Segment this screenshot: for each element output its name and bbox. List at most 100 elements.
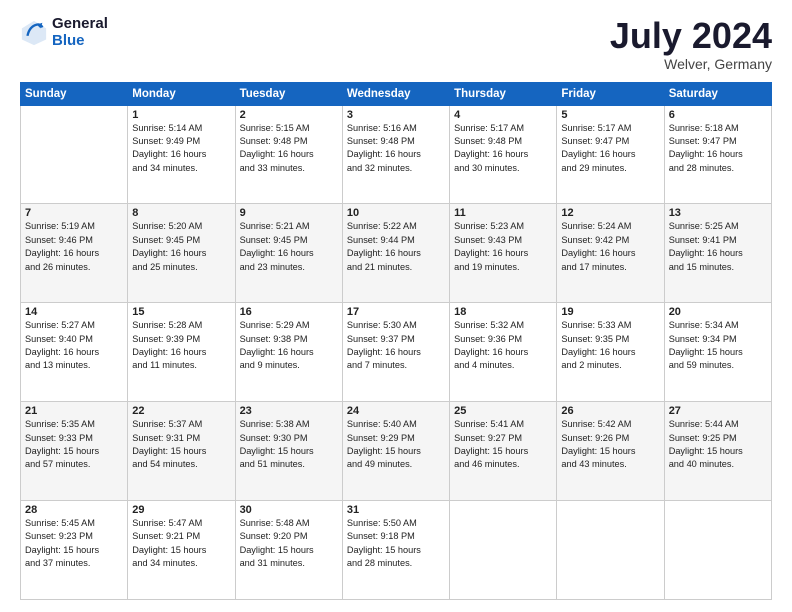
title-block: July 2024 Welver, Germany: [610, 16, 772, 72]
day-info: Sunrise: 5:32 AM Sunset: 9:36 PM Dayligh…: [454, 319, 552, 372]
day-number: 19: [561, 306, 659, 318]
day-number: 20: [669, 306, 767, 318]
calendar-header-row: SundayMondayTuesdayWednesdayThursdayFrid…: [21, 82, 772, 105]
calendar-cell: [450, 501, 557, 600]
day-number: 17: [347, 306, 445, 318]
day-number: 5: [561, 109, 659, 121]
calendar-cell: 18Sunrise: 5:32 AM Sunset: 9:36 PM Dayli…: [450, 303, 557, 402]
day-info: Sunrise: 5:29 AM Sunset: 9:38 PM Dayligh…: [240, 319, 338, 372]
day-number: 11: [454, 207, 552, 219]
calendar-cell: 21Sunrise: 5:35 AM Sunset: 9:33 PM Dayli…: [21, 402, 128, 501]
day-number: 31: [347, 504, 445, 516]
day-number: 12: [561, 207, 659, 219]
day-info: Sunrise: 5:24 AM Sunset: 9:42 PM Dayligh…: [561, 220, 659, 273]
month-title: July 2024: [610, 16, 772, 56]
page: General Blue July 2024 Welver, Germany S…: [0, 0, 792, 612]
day-info: Sunrise: 5:48 AM Sunset: 9:20 PM Dayligh…: [240, 517, 338, 570]
day-number: 6: [669, 109, 767, 121]
calendar-cell: 28Sunrise: 5:45 AM Sunset: 9:23 PM Dayli…: [21, 501, 128, 600]
day-info: Sunrise: 5:28 AM Sunset: 9:39 PM Dayligh…: [132, 319, 230, 372]
day-number: 21: [25, 405, 123, 417]
header: General Blue July 2024 Welver, Germany: [20, 16, 772, 72]
day-info: Sunrise: 5:41 AM Sunset: 9:27 PM Dayligh…: [454, 418, 552, 471]
day-info: Sunrise: 5:45 AM Sunset: 9:23 PM Dayligh…: [25, 517, 123, 570]
day-number: 2: [240, 109, 338, 121]
day-number: 30: [240, 504, 338, 516]
day-number: 13: [669, 207, 767, 219]
day-number: 29: [132, 504, 230, 516]
calendar-cell: 11Sunrise: 5:23 AM Sunset: 9:43 PM Dayli…: [450, 204, 557, 303]
subtitle: Welver, Germany: [610, 56, 772, 72]
logo: General Blue: [20, 16, 108, 49]
day-info: Sunrise: 5:23 AM Sunset: 9:43 PM Dayligh…: [454, 220, 552, 273]
calendar-cell: 17Sunrise: 5:30 AM Sunset: 9:37 PM Dayli…: [342, 303, 449, 402]
calendar-cell: 22Sunrise: 5:37 AM Sunset: 9:31 PM Dayli…: [128, 402, 235, 501]
day-number: 3: [347, 109, 445, 121]
calendar-cell: 5Sunrise: 5:17 AM Sunset: 9:47 PM Daylig…: [557, 105, 664, 204]
calendar-cell: 25Sunrise: 5:41 AM Sunset: 9:27 PM Dayli…: [450, 402, 557, 501]
calendar-week-2: 7Sunrise: 5:19 AM Sunset: 9:46 PM Daylig…: [21, 204, 772, 303]
calendar-cell: 31Sunrise: 5:50 AM Sunset: 9:18 PM Dayli…: [342, 501, 449, 600]
logo-icon: [20, 19, 48, 47]
calendar-cell: 9Sunrise: 5:21 AM Sunset: 9:45 PM Daylig…: [235, 204, 342, 303]
calendar-cell: [21, 105, 128, 204]
calendar-cell: 27Sunrise: 5:44 AM Sunset: 9:25 PM Dayli…: [664, 402, 771, 501]
calendar-cell: 19Sunrise: 5:33 AM Sunset: 9:35 PM Dayli…: [557, 303, 664, 402]
calendar-cell: 23Sunrise: 5:38 AM Sunset: 9:30 PM Dayli…: [235, 402, 342, 501]
day-info: Sunrise: 5:30 AM Sunset: 9:37 PM Dayligh…: [347, 319, 445, 372]
calendar-cell: 2Sunrise: 5:15 AM Sunset: 9:48 PM Daylig…: [235, 105, 342, 204]
day-info: Sunrise: 5:16 AM Sunset: 9:48 PM Dayligh…: [347, 122, 445, 175]
calendar-cell: 16Sunrise: 5:29 AM Sunset: 9:38 PM Dayli…: [235, 303, 342, 402]
calendar-header-saturday: Saturday: [664, 82, 771, 105]
day-number: 26: [561, 405, 659, 417]
day-number: 28: [25, 504, 123, 516]
calendar-cell: 10Sunrise: 5:22 AM Sunset: 9:44 PM Dayli…: [342, 204, 449, 303]
calendar-header-wednesday: Wednesday: [342, 82, 449, 105]
calendar-cell: 4Sunrise: 5:17 AM Sunset: 9:48 PM Daylig…: [450, 105, 557, 204]
calendar-cell: 26Sunrise: 5:42 AM Sunset: 9:26 PM Dayli…: [557, 402, 664, 501]
day-info: Sunrise: 5:14 AM Sunset: 9:49 PM Dayligh…: [132, 122, 230, 175]
day-number: 15: [132, 306, 230, 318]
day-info: Sunrise: 5:50 AM Sunset: 9:18 PM Dayligh…: [347, 517, 445, 570]
day-info: Sunrise: 5:35 AM Sunset: 9:33 PM Dayligh…: [25, 418, 123, 471]
calendar-cell: 8Sunrise: 5:20 AM Sunset: 9:45 PM Daylig…: [128, 204, 235, 303]
day-info: Sunrise: 5:15 AM Sunset: 9:48 PM Dayligh…: [240, 122, 338, 175]
calendar-cell: [664, 501, 771, 600]
calendar-cell: 30Sunrise: 5:48 AM Sunset: 9:20 PM Dayli…: [235, 501, 342, 600]
calendar-header-sunday: Sunday: [21, 82, 128, 105]
calendar-cell: [557, 501, 664, 600]
calendar-week-3: 14Sunrise: 5:27 AM Sunset: 9:40 PM Dayli…: [21, 303, 772, 402]
calendar-week-5: 28Sunrise: 5:45 AM Sunset: 9:23 PM Dayli…: [21, 501, 772, 600]
day-info: Sunrise: 5:17 AM Sunset: 9:47 PM Dayligh…: [561, 122, 659, 175]
calendar-cell: 12Sunrise: 5:24 AM Sunset: 9:42 PM Dayli…: [557, 204, 664, 303]
day-number: 22: [132, 405, 230, 417]
day-info: Sunrise: 5:40 AM Sunset: 9:29 PM Dayligh…: [347, 418, 445, 471]
day-info: Sunrise: 5:34 AM Sunset: 9:34 PM Dayligh…: [669, 319, 767, 372]
calendar-table: SundayMondayTuesdayWednesdayThursdayFrid…: [20, 82, 772, 600]
calendar-header-tuesday: Tuesday: [235, 82, 342, 105]
day-number: 18: [454, 306, 552, 318]
day-number: 16: [240, 306, 338, 318]
calendar-header-friday: Friday: [557, 82, 664, 105]
calendar-cell: 14Sunrise: 5:27 AM Sunset: 9:40 PM Dayli…: [21, 303, 128, 402]
day-info: Sunrise: 5:19 AM Sunset: 9:46 PM Dayligh…: [25, 220, 123, 273]
day-number: 8: [132, 207, 230, 219]
calendar-week-1: 1Sunrise: 5:14 AM Sunset: 9:49 PM Daylig…: [21, 105, 772, 204]
day-info: Sunrise: 5:21 AM Sunset: 9:45 PM Dayligh…: [240, 220, 338, 273]
day-number: 9: [240, 207, 338, 219]
calendar-cell: 20Sunrise: 5:34 AM Sunset: 9:34 PM Dayli…: [664, 303, 771, 402]
day-info: Sunrise: 5:33 AM Sunset: 9:35 PM Dayligh…: [561, 319, 659, 372]
day-info: Sunrise: 5:47 AM Sunset: 9:21 PM Dayligh…: [132, 517, 230, 570]
calendar-cell: 15Sunrise: 5:28 AM Sunset: 9:39 PM Dayli…: [128, 303, 235, 402]
calendar-header-monday: Monday: [128, 82, 235, 105]
day-info: Sunrise: 5:25 AM Sunset: 9:41 PM Dayligh…: [669, 220, 767, 273]
day-info: Sunrise: 5:38 AM Sunset: 9:30 PM Dayligh…: [240, 418, 338, 471]
day-number: 7: [25, 207, 123, 219]
calendar-week-4: 21Sunrise: 5:35 AM Sunset: 9:33 PM Dayli…: [21, 402, 772, 501]
day-info: Sunrise: 5:37 AM Sunset: 9:31 PM Dayligh…: [132, 418, 230, 471]
day-info: Sunrise: 5:27 AM Sunset: 9:40 PM Dayligh…: [25, 319, 123, 372]
calendar-cell: 24Sunrise: 5:40 AM Sunset: 9:29 PM Dayli…: [342, 402, 449, 501]
calendar-cell: 13Sunrise: 5:25 AM Sunset: 9:41 PM Dayli…: [664, 204, 771, 303]
calendar-cell: 6Sunrise: 5:18 AM Sunset: 9:47 PM Daylig…: [664, 105, 771, 204]
day-number: 1: [132, 109, 230, 121]
